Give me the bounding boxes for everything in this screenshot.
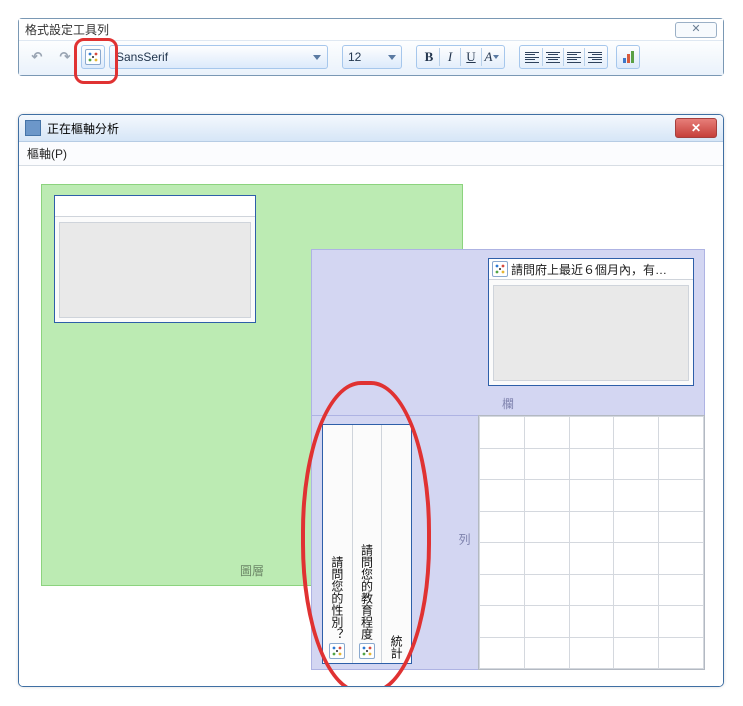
data-cells-grid: [478, 415, 705, 670]
toolbar-body: ↶ ↷ SansSerif 12 B I U A: [19, 40, 723, 75]
pivot-icon: [492, 261, 508, 277]
column-field-box[interactable]: 請問府上最近６個月內，有…: [488, 258, 694, 386]
layer-field-box[interactable]: [54, 195, 256, 323]
formatting-toolbar-window: 格式設定工具列 ✕ ↶ ↷ SansSerif 12 B I U A: [18, 18, 724, 76]
align-top-button[interactable]: [522, 48, 543, 66]
row-field-label: 統計: [388, 635, 405, 659]
row-field-label: 請問您的教育程度: [359, 544, 376, 640]
font-color-button[interactable]: A: [482, 48, 502, 66]
column-field-label: 請問府上最近６個月內，有…: [511, 261, 667, 278]
redo-button[interactable]: ↷: [53, 45, 77, 69]
pivot-tray-button[interactable]: [81, 45, 105, 69]
pivot-close-button[interactable]: ✕: [675, 118, 717, 138]
chevron-down-icon: [388, 55, 396, 60]
window-icon: [25, 120, 41, 136]
toolbar-titlebar: 格式設定工具列 ✕: [19, 19, 723, 40]
pivot-icon: [359, 643, 375, 659]
font-size-select[interactable]: 12: [342, 45, 402, 69]
chevron-down-icon: [493, 55, 499, 59]
pivot-menu-bar: 樞軸(P): [19, 142, 723, 166]
chevron-down-icon: [313, 55, 321, 60]
font-family-select[interactable]: SansSerif: [109, 45, 328, 69]
font-size-value: 12: [348, 50, 361, 64]
pivot-dialog: 正在樞軸分析 ✕ 樞軸(P) 圖層 請問府上最近６個月內，有…: [18, 114, 724, 687]
bar-chart-icon: [623, 51, 634, 63]
toolbar-title-text: 格式設定工具列: [25, 21, 109, 38]
italic-button[interactable]: I: [440, 48, 461, 66]
column-zone-label: 欄: [312, 395, 704, 412]
column-drop-zone[interactable]: 請問府上最近６個月內，有… 欄: [311, 249, 705, 417]
pivot-canvas: 圖層 請問府上最近６個月內，有… 欄 請問您: [19, 166, 723, 686]
bold-button[interactable]: B: [419, 48, 440, 66]
pivot-icon: [329, 643, 345, 659]
pivot-titlebar: 正在樞軸分析 ✕: [19, 115, 723, 142]
alignment-group: [519, 45, 608, 69]
underline-button[interactable]: U: [461, 48, 482, 66]
toolbar-close-button[interactable]: ✕: [675, 22, 717, 38]
row-drop-zone[interactable]: 請問您的性別？ 請問您的教育程度: [311, 415, 480, 670]
font-family-value: SansSerif: [116, 50, 168, 64]
undo-button[interactable]: ↶: [25, 45, 49, 69]
row-field-box[interactable]: 請問您的性別？ 請問您的教育程度: [322, 424, 412, 664]
align-middle-button[interactable]: [543, 48, 564, 66]
text-style-group: B I U A: [416, 45, 505, 69]
row-field-label: 請問您的性別？: [329, 556, 346, 640]
pivot-title-text: 正在樞軸分析: [47, 120, 119, 137]
align-right-button[interactable]: [585, 48, 605, 66]
align-left-button[interactable]: [564, 48, 585, 66]
row-zone-label: 列: [456, 533, 473, 553]
pivot-menu-item[interactable]: 樞軸(P): [27, 147, 67, 161]
pivot-icon: [85, 49, 101, 65]
chart-button[interactable]: [616, 45, 640, 69]
